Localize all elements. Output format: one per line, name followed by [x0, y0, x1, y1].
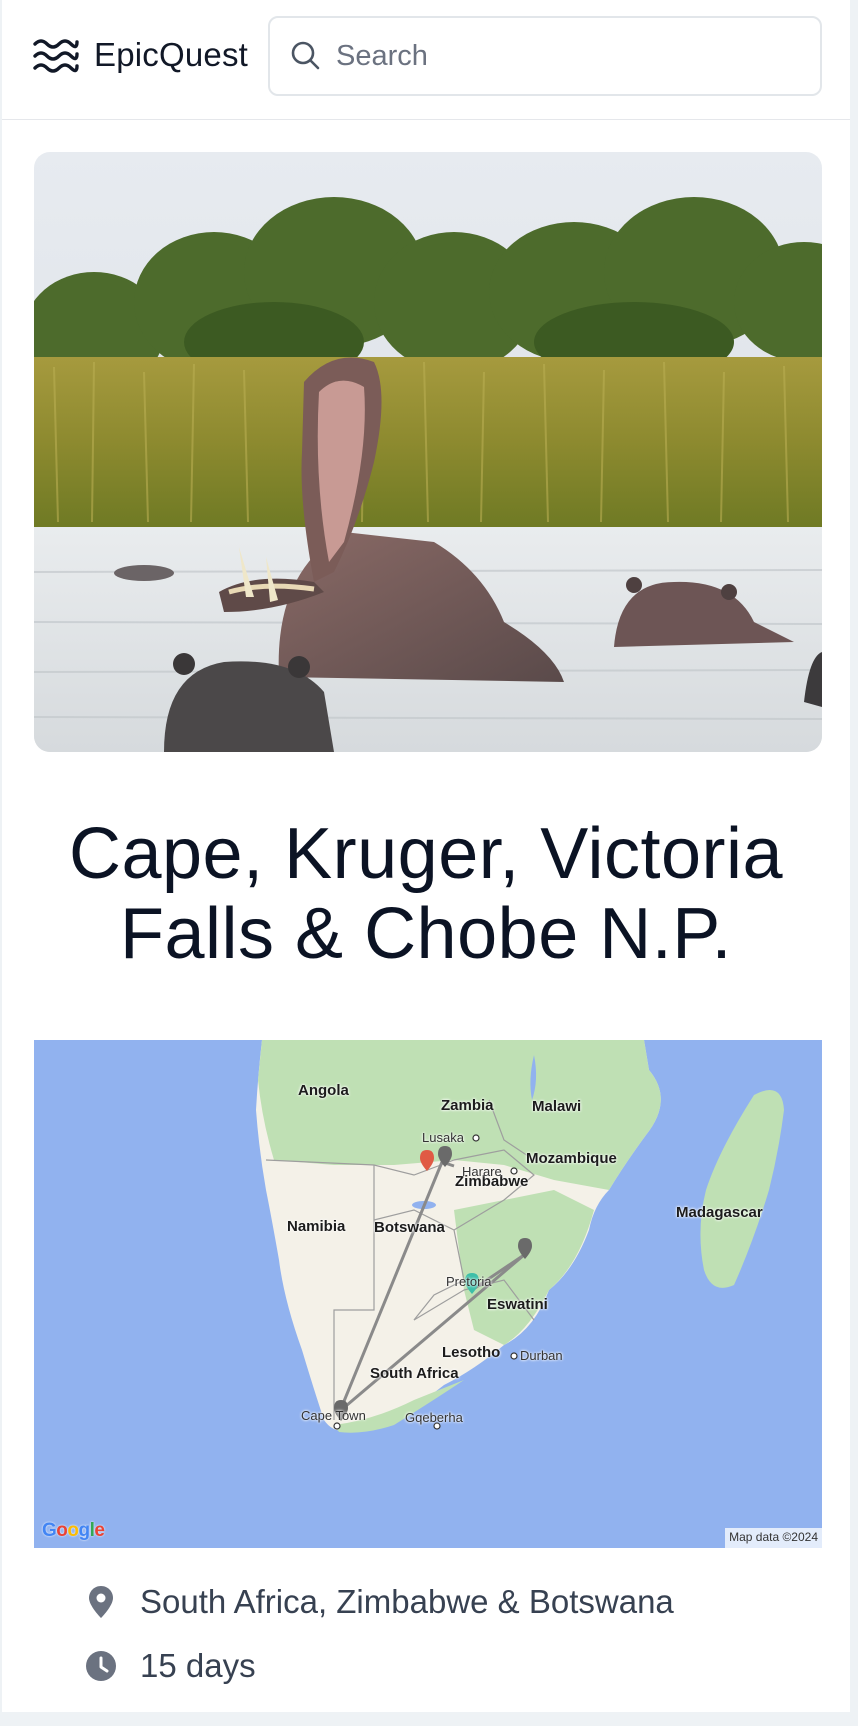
map-label-lusaka: Lusaka: [422, 1130, 464, 1145]
top-header: EpicQuest: [2, 0, 850, 120]
map-pin-icon: [84, 1585, 118, 1619]
map-label-cape-town: Cape Town: [301, 1408, 366, 1423]
map-label-namibia: Namibia: [287, 1218, 346, 1235]
map-credit[interactable]: Map data ©2024: [725, 1528, 822, 1548]
hippo-photo: [34, 152, 822, 752]
clock-icon: [84, 1649, 118, 1683]
map-label-harare: Harare: [462, 1164, 502, 1179]
trip-duration: 15 days: [84, 1644, 804, 1688]
map-label-zambia: Zambia: [441, 1097, 494, 1114]
brand-name: EpicQuest: [94, 36, 249, 73]
map-label-madagascar: Madagascar: [676, 1204, 763, 1221]
map-canvas: [34, 1040, 822, 1548]
trip-location-text: South Africa, Zimbabwe & Botswana: [140, 1583, 674, 1620]
hero-image: [34, 152, 822, 752]
map-label-lesotho: Lesotho: [442, 1344, 501, 1361]
map-label-durban: Durban: [520, 1348, 563, 1363]
route-map[interactable]: Angola Zambia Malawi Mozambique Zimbabwe…: [34, 1040, 822, 1548]
page: EpicQuest Search Cape, Kruger, Victoria …: [2, 0, 850, 1712]
trip-duration-text: 15 days: [140, 1647, 256, 1684]
map-label-botswana: Botswana: [374, 1219, 445, 1236]
trip-location: South Africa, Zimbabwe & Botswana: [84, 1580, 804, 1624]
waves-icon: [33, 39, 79, 73]
map-label-mozambique: Mozambique: [526, 1150, 617, 1167]
trip-title: Cape, Kruger, Victoria Falls & Chobe N.P…: [68, 814, 784, 974]
search-input[interactable]: [336, 39, 796, 73]
map-label-pretoria: Pretoria: [446, 1274, 492, 1289]
map-label-angola: Angola: [298, 1082, 349, 1099]
map-label-south-africa: South Africa: [370, 1365, 459, 1382]
google-logo[interactable]: Google: [42, 1520, 105, 1542]
search-box[interactable]: [268, 16, 822, 96]
map-label-malawi: Malawi: [532, 1098, 582, 1115]
map-label-gqeberha: Gqeberha: [405, 1410, 463, 1425]
brand-logo[interactable]: EpicQuest: [32, 33, 248, 77]
search-icon: [291, 41, 320, 70]
map-label-eswatini: Eswatini: [487, 1296, 548, 1313]
